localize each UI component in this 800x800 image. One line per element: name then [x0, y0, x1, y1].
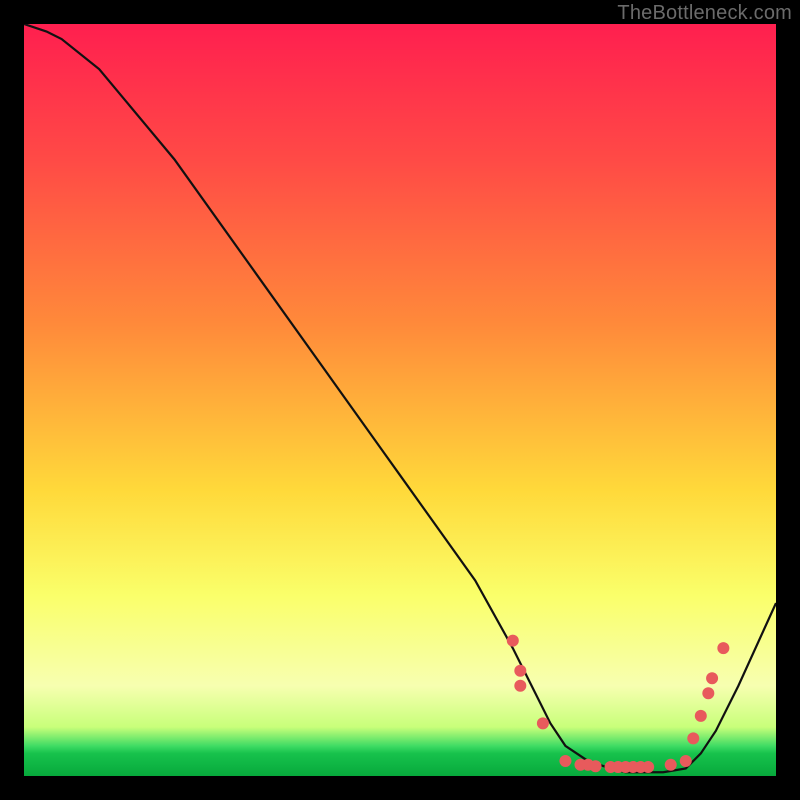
marker-point — [680, 755, 692, 767]
marker-point — [537, 717, 549, 729]
marker-point — [590, 760, 602, 772]
marker-point — [514, 665, 526, 677]
watermark-text: TheBottleneck.com — [617, 2, 792, 25]
chart-stage: TheBottleneck.com — [0, 0, 800, 800]
bottleneck-curve-line — [24, 24, 776, 772]
marker-point — [717, 642, 729, 654]
marker-point — [695, 710, 707, 722]
marker-point — [559, 755, 571, 767]
chart-svg — [24, 24, 776, 776]
marker-point — [642, 761, 654, 773]
marker-point — [514, 680, 526, 692]
marker-point — [702, 687, 714, 699]
marker-point — [665, 759, 677, 771]
marker-point — [687, 732, 699, 744]
marker-point — [507, 635, 519, 647]
marker-point — [706, 672, 718, 684]
